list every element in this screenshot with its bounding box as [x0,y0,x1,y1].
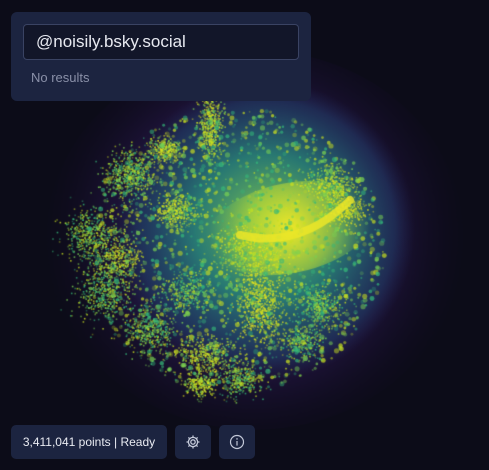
app-root: No results 3,411,041 points | Ready [0,0,489,470]
status-indicator: 3,411,041 points | Ready [11,425,167,459]
info-icon [229,434,245,450]
info-button[interactable] [219,425,255,459]
no-results-message: No results [31,70,90,85]
settings-button[interactable] [175,425,211,459]
gear-icon [186,435,200,449]
search-panel: No results [11,12,311,101]
search-input[interactable] [23,24,299,60]
